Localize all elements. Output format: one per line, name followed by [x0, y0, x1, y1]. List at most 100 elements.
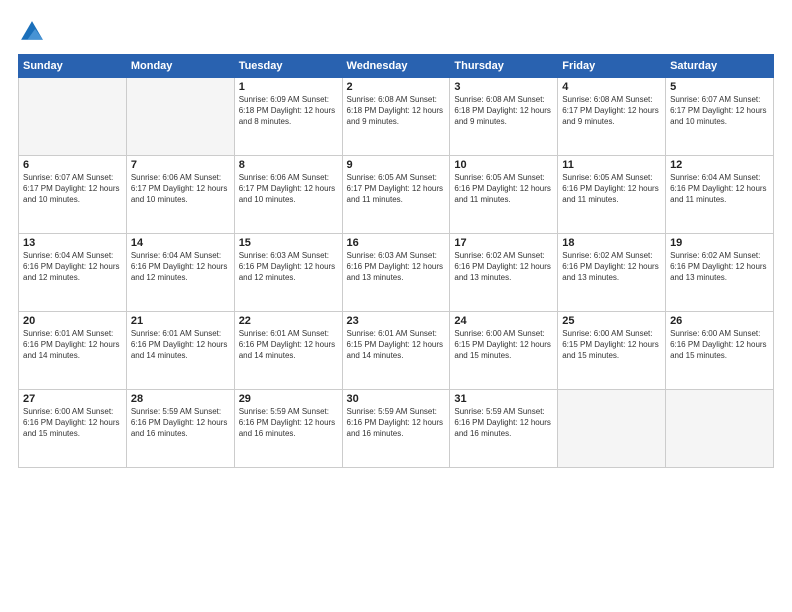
day-number: 23 — [347, 315, 446, 327]
day-number: 16 — [347, 237, 446, 249]
page: Sunday Monday Tuesday Wednesday Thursday… — [0, 0, 792, 612]
cell-info: Sunrise: 6:01 AM Sunset: 6:16 PM Dayligh… — [23, 328, 122, 362]
table-row: 30Sunrise: 5:59 AM Sunset: 6:16 PM Dayli… — [342, 390, 450, 468]
cell-info: Sunrise: 6:07 AM Sunset: 6:17 PM Dayligh… — [23, 172, 122, 206]
table-row: 28Sunrise: 5:59 AM Sunset: 6:16 PM Dayli… — [126, 390, 234, 468]
cell-info: Sunrise: 6:05 AM Sunset: 6:16 PM Dayligh… — [454, 172, 553, 206]
cell-info: Sunrise: 6:03 AM Sunset: 6:16 PM Dayligh… — [239, 250, 338, 284]
col-thursday: Thursday — [450, 55, 558, 78]
day-number: 22 — [239, 315, 338, 327]
day-number: 8 — [239, 159, 338, 171]
table-row: 7Sunrise: 6:06 AM Sunset: 6:17 PM Daylig… — [126, 156, 234, 234]
day-number: 30 — [347, 393, 446, 405]
cell-info: Sunrise: 6:04 AM Sunset: 6:16 PM Dayligh… — [670, 172, 769, 206]
table-row: 22Sunrise: 6:01 AM Sunset: 6:16 PM Dayli… — [234, 312, 342, 390]
cell-info: Sunrise: 6:01 AM Sunset: 6:16 PM Dayligh… — [131, 328, 230, 362]
day-number: 26 — [670, 315, 769, 327]
col-sunday: Sunday — [19, 55, 127, 78]
cell-info: Sunrise: 6:00 AM Sunset: 6:16 PM Dayligh… — [23, 406, 122, 440]
cell-info: Sunrise: 5:59 AM Sunset: 6:16 PM Dayligh… — [454, 406, 553, 440]
day-number: 24 — [454, 315, 553, 327]
cell-info: Sunrise: 5:59 AM Sunset: 6:16 PM Dayligh… — [239, 406, 338, 440]
cell-info: Sunrise: 6:08 AM Sunset: 6:18 PM Dayligh… — [454, 94, 553, 128]
calendar-week-row: 20Sunrise: 6:01 AM Sunset: 6:16 PM Dayli… — [19, 312, 774, 390]
day-number: 6 — [23, 159, 122, 171]
day-number: 21 — [131, 315, 230, 327]
cell-info: Sunrise: 6:01 AM Sunset: 6:16 PM Dayligh… — [239, 328, 338, 362]
day-number: 13 — [23, 237, 122, 249]
logo — [18, 18, 50, 46]
day-number: 28 — [131, 393, 230, 405]
day-number: 17 — [454, 237, 553, 249]
table-row: 11Sunrise: 6:05 AM Sunset: 6:16 PM Dayli… — [558, 156, 666, 234]
calendar-week-row: 1Sunrise: 6:09 AM Sunset: 6:18 PM Daylig… — [19, 78, 774, 156]
table-row: 27Sunrise: 6:00 AM Sunset: 6:16 PM Dayli… — [19, 390, 127, 468]
cell-info: Sunrise: 6:05 AM Sunset: 6:17 PM Dayligh… — [347, 172, 446, 206]
table-row: 25Sunrise: 6:00 AM Sunset: 6:15 PM Dayli… — [558, 312, 666, 390]
cell-info: Sunrise: 6:00 AM Sunset: 6:15 PM Dayligh… — [454, 328, 553, 362]
day-number: 29 — [239, 393, 338, 405]
table-row: 23Sunrise: 6:01 AM Sunset: 6:15 PM Dayli… — [342, 312, 450, 390]
cell-info: Sunrise: 6:08 AM Sunset: 6:17 PM Dayligh… — [562, 94, 661, 128]
day-number: 20 — [23, 315, 122, 327]
cell-info: Sunrise: 6:05 AM Sunset: 6:16 PM Dayligh… — [562, 172, 661, 206]
day-number: 5 — [670, 81, 769, 93]
table-row: 17Sunrise: 6:02 AM Sunset: 6:16 PM Dayli… — [450, 234, 558, 312]
table-row: 1Sunrise: 6:09 AM Sunset: 6:18 PM Daylig… — [234, 78, 342, 156]
cell-info: Sunrise: 6:06 AM Sunset: 6:17 PM Dayligh… — [131, 172, 230, 206]
table-row: 21Sunrise: 6:01 AM Sunset: 6:16 PM Dayli… — [126, 312, 234, 390]
table-row: 3Sunrise: 6:08 AM Sunset: 6:18 PM Daylig… — [450, 78, 558, 156]
table-row: 18Sunrise: 6:02 AM Sunset: 6:16 PM Dayli… — [558, 234, 666, 312]
table-row: 16Sunrise: 6:03 AM Sunset: 6:16 PM Dayli… — [342, 234, 450, 312]
table-row — [666, 390, 774, 468]
day-number: 7 — [131, 159, 230, 171]
table-row: 9Sunrise: 6:05 AM Sunset: 6:17 PM Daylig… — [342, 156, 450, 234]
day-number: 15 — [239, 237, 338, 249]
header — [18, 18, 774, 46]
col-saturday: Saturday — [666, 55, 774, 78]
col-monday: Monday — [126, 55, 234, 78]
table-row: 4Sunrise: 6:08 AM Sunset: 6:17 PM Daylig… — [558, 78, 666, 156]
cell-info: Sunrise: 6:02 AM Sunset: 6:16 PM Dayligh… — [454, 250, 553, 284]
day-number: 9 — [347, 159, 446, 171]
cell-info: Sunrise: 5:59 AM Sunset: 6:16 PM Dayligh… — [131, 406, 230, 440]
day-number: 18 — [562, 237, 661, 249]
col-tuesday: Tuesday — [234, 55, 342, 78]
table-row: 20Sunrise: 6:01 AM Sunset: 6:16 PM Dayli… — [19, 312, 127, 390]
table-row — [558, 390, 666, 468]
day-number: 31 — [454, 393, 553, 405]
cell-info: Sunrise: 6:01 AM Sunset: 6:15 PM Dayligh… — [347, 328, 446, 362]
cell-info: Sunrise: 6:08 AM Sunset: 6:18 PM Dayligh… — [347, 94, 446, 128]
cell-info: Sunrise: 6:02 AM Sunset: 6:16 PM Dayligh… — [670, 250, 769, 284]
table-row: 5Sunrise: 6:07 AM Sunset: 6:17 PM Daylig… — [666, 78, 774, 156]
calendar-week-row: 27Sunrise: 6:00 AM Sunset: 6:16 PM Dayli… — [19, 390, 774, 468]
table-row: 26Sunrise: 6:00 AM Sunset: 6:16 PM Dayli… — [666, 312, 774, 390]
table-row: 29Sunrise: 5:59 AM Sunset: 6:16 PM Dayli… — [234, 390, 342, 468]
table-row: 24Sunrise: 6:00 AM Sunset: 6:15 PM Dayli… — [450, 312, 558, 390]
col-friday: Friday — [558, 55, 666, 78]
day-number: 1 — [239, 81, 338, 93]
day-number: 12 — [670, 159, 769, 171]
calendar-week-row: 13Sunrise: 6:04 AM Sunset: 6:16 PM Dayli… — [19, 234, 774, 312]
calendar-table: Sunday Monday Tuesday Wednesday Thursday… — [18, 54, 774, 468]
day-number: 4 — [562, 81, 661, 93]
day-number: 27 — [23, 393, 122, 405]
day-number: 14 — [131, 237, 230, 249]
day-number: 19 — [670, 237, 769, 249]
day-number: 10 — [454, 159, 553, 171]
calendar-header-row: Sunday Monday Tuesday Wednesday Thursday… — [19, 55, 774, 78]
table-row: 8Sunrise: 6:06 AM Sunset: 6:17 PM Daylig… — [234, 156, 342, 234]
cell-info: Sunrise: 6:02 AM Sunset: 6:16 PM Dayligh… — [562, 250, 661, 284]
table-row: 10Sunrise: 6:05 AM Sunset: 6:16 PM Dayli… — [450, 156, 558, 234]
day-number: 3 — [454, 81, 553, 93]
cell-info: Sunrise: 6:03 AM Sunset: 6:16 PM Dayligh… — [347, 250, 446, 284]
day-number: 25 — [562, 315, 661, 327]
cell-info: Sunrise: 6:04 AM Sunset: 6:16 PM Dayligh… — [23, 250, 122, 284]
cell-info: Sunrise: 6:00 AM Sunset: 6:15 PM Dayligh… — [562, 328, 661, 362]
day-number: 2 — [347, 81, 446, 93]
calendar-week-row: 6Sunrise: 6:07 AM Sunset: 6:17 PM Daylig… — [19, 156, 774, 234]
day-number: 11 — [562, 159, 661, 171]
table-row: 13Sunrise: 6:04 AM Sunset: 6:16 PM Dayli… — [19, 234, 127, 312]
cell-info: Sunrise: 6:07 AM Sunset: 6:17 PM Dayligh… — [670, 94, 769, 128]
cell-info: Sunrise: 6:06 AM Sunset: 6:17 PM Dayligh… — [239, 172, 338, 206]
